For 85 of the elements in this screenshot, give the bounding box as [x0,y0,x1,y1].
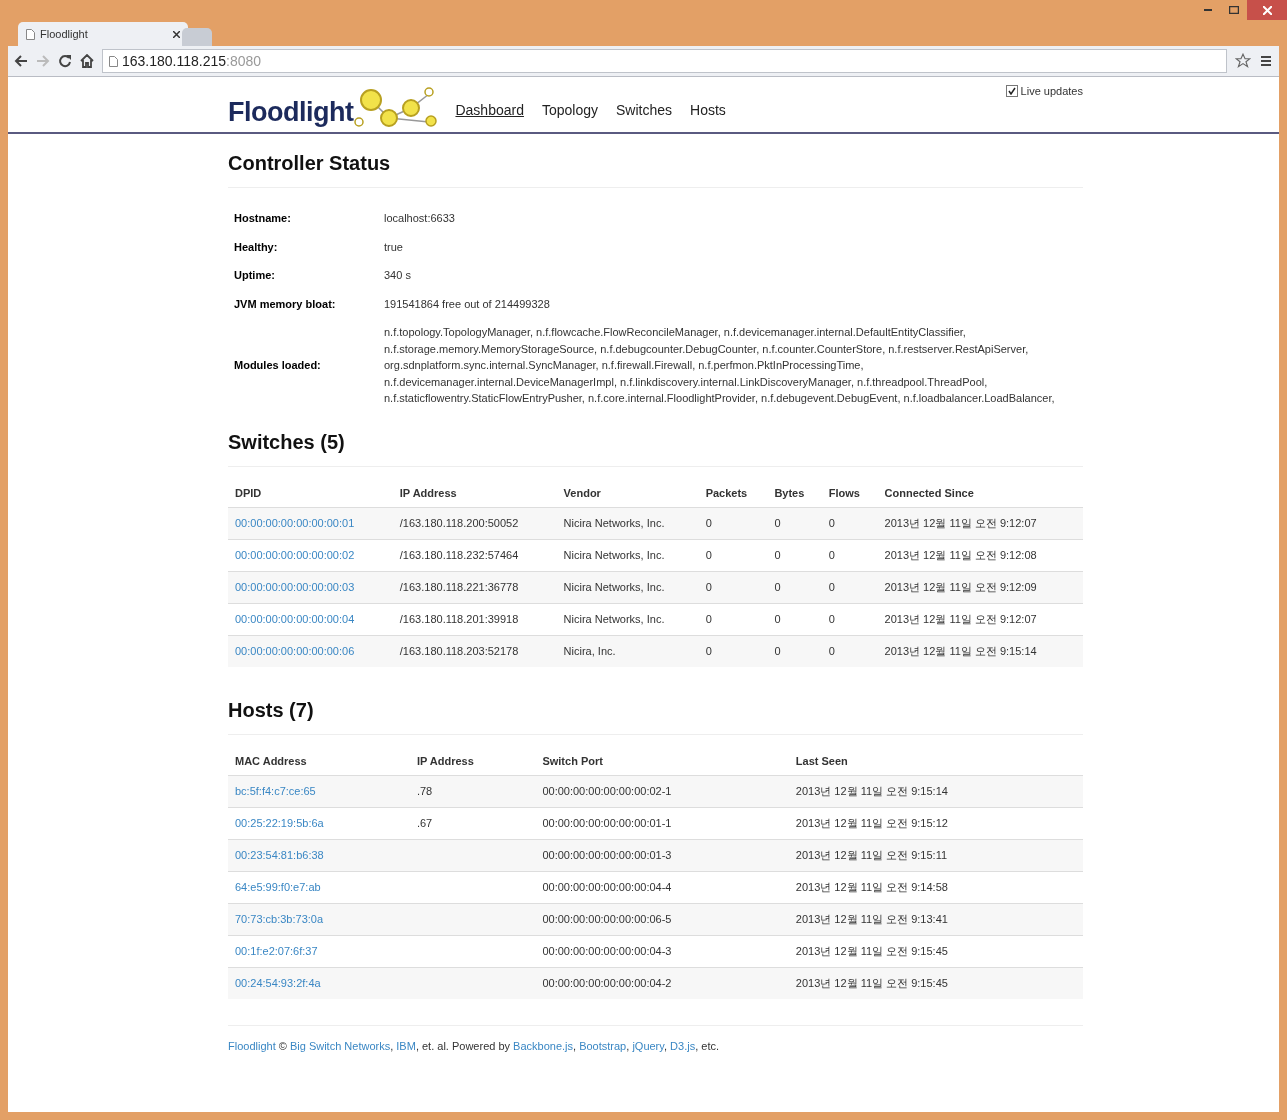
close-icon[interactable] [173,30,180,38]
back-icon[interactable] [14,54,28,68]
maximize-icon[interactable] [1229,6,1239,14]
column-header: IP Address [392,478,557,507]
column-header: Vendor [556,478,699,507]
menu-icon[interactable] [1259,54,1273,68]
page-icon [109,55,118,67]
status-value: n.f.topology.TopologyManager, n.f.flowcache.FlowReconcileManager, n.f.devicemanager.internal.DefaultEntityClassifier, n.f.storage.memory.MemoryStorageSource, n.f.debugcounter.DebugCounter, n.f.counter.CounterStore, n.f.restserver.RestApiServer, org.sdnplatform.sync.internal.SyncManager, n.f.firewall.Firewall, n.f.perfmon.PktInProcessingTime, n.f.devicemanager.internal.DeviceManagerImpl, n.f.linkdiscovery.internal.LinkDiscoveryManager, n.f.threadpool.ThreadPool, n.f.staticflowentry.StaticFlowEntryPusher, n.f.core.internal.FloodlightProvider, n.f.debugevent.DebugEvent, n.f.loadbalancer.LoadBalancer, [383,325,1056,406]
checkmark-icon [1007,87,1016,95]
table-link[interactable]: 64:e5:99:f0:e7:ab [235,881,321,893]
table-cell: 2013년 12월 11일 오전 9:13:41 [788,903,1083,935]
table-cell: 0 [767,571,822,603]
live-updates-checkbox[interactable] [1005,85,1018,97]
column-header: Bytes [767,478,822,507]
status-label: Hostname: [233,211,292,227]
table-cell: 0 [821,635,878,667]
table-cell: Nicira Networks, Inc. [556,507,699,539]
status-value: true [383,239,404,255]
table-cell: Nicira Networks, Inc. [556,571,699,603]
home-icon[interactable] [80,54,94,68]
footer-link[interactable]: jQuery [632,1039,664,1052]
footer-text: Floodlight © Big Switch Networks, IBM, et. al. Powered by Backbone.js, Bootstrap, jQuery, D3.js, etc. [228,1024,1083,1052]
table-cell: .78 [409,775,536,807]
table-cell: /163.180.118.200:50052 [392,507,557,539]
footer-link[interactable]: IBM [396,1039,416,1052]
table-cell: 00:00:00:00:00:00:00:06-5 [535,903,789,935]
table-cell: /163.180.118.221:36778 [392,571,557,603]
table-cell: 2013년 12월 11일 오전 9:15:14 [877,635,1083,667]
column-header: Connected Since [877,478,1083,507]
status-value: 340 s [383,268,412,283]
status-label: Healthy: [233,239,279,255]
table-cell: 2013년 12월 11일 오전 9:15:14 [788,775,1083,807]
logo-text: Floodlight [228,97,354,128]
footer-link[interactable]: Floodlight [228,1039,276,1052]
nav-link[interactable]: Hosts [690,102,726,118]
table-cell: 0 [698,635,768,667]
nav-link[interactable]: Topology [541,102,598,118]
section-title: Controller Status [228,152,392,175]
column-header: Packets [698,478,768,507]
table-cell: 0 [698,507,768,539]
column-header: DPID [228,478,393,507]
browser-tab[interactable]: Floodlight [18,22,188,46]
section-title: Hosts (7) [228,698,315,722]
table-link[interactable]: 00:24:54:93:2f:4a [235,977,321,989]
close-button[interactable] [1247,0,1287,20]
table-cell: 00:00:00:00:00:00:00:04-2 [535,967,789,999]
table-cell: 2013년 12월 11일 오전 9:15:11 [788,839,1083,871]
table-cell: 2013년 12월 11일 오전 9:12:07 [877,507,1083,539]
table-link[interactable]: 00:00:00:00:00:00:00:02 [235,549,355,561]
nav-link[interactable]: Dashboard [455,102,524,118]
column-header: MAC Address [228,746,410,775]
page-icon [26,28,35,40]
status-value: 191541864 free out of 214499328 [383,296,551,312]
status-label: Uptime: [233,268,276,284]
checkbox-label[interactable]: Live updates [1020,85,1083,97]
table-cell: 2013년 12월 11일 오전 9:15:45 [788,967,1083,999]
table-cell: 0 [821,507,878,539]
table-cell: 00:00:00:00:00:00:00:01-3 [535,839,789,871]
table-link[interactable]: 70:73:cb:3b:73:0a [235,913,324,925]
table-cell: 0 [767,635,822,667]
column-header: Switch Port [535,746,789,775]
nav-link[interactable]: Switches [616,102,673,118]
table-cell: 2013년 12월 11일 오전 9:12:09 [877,571,1083,603]
reload-icon[interactable] [58,54,72,68]
column-header: IP Address [409,746,536,775]
table-cell: 00:00:00:00:00:00:00:02-1 [535,775,789,807]
table-cell: Nicira, Inc. [556,635,699,667]
column-header: Last Seen [788,746,1083,775]
table-link[interactable]: 00:25:22:19:5b:6a [235,817,324,829]
table-cell: /163.180.118.203:52178 [392,635,557,667]
star-icon[interactable] [1235,53,1251,69]
table-cell: 0 [698,571,768,603]
minimize-icon[interactable] [1204,8,1212,12]
table-link[interactable]: 00:1f:e2:07:6f:37 [235,945,318,957]
table-link[interactable]: bc:5f:f4:c7:ce:65 [235,785,316,797]
status-value: localhost:6633 [383,211,456,226]
column-header: Flows [821,478,878,507]
section-title: Switches (5) [228,430,346,454]
table-cell: 0 [767,507,822,539]
status-label: JVM memory bloat: [233,296,337,312]
status-label: Modules loaded: [233,358,322,374]
table-link[interactable]: 00:00:00:00:00:00:00:04 [235,613,355,625]
address-bar[interactable]: 163.180.118.215:8080 [102,49,1227,73]
table-link[interactable]: 00:23:54:81:b6:38 [235,849,324,861]
table-cell: 0 [821,571,878,603]
